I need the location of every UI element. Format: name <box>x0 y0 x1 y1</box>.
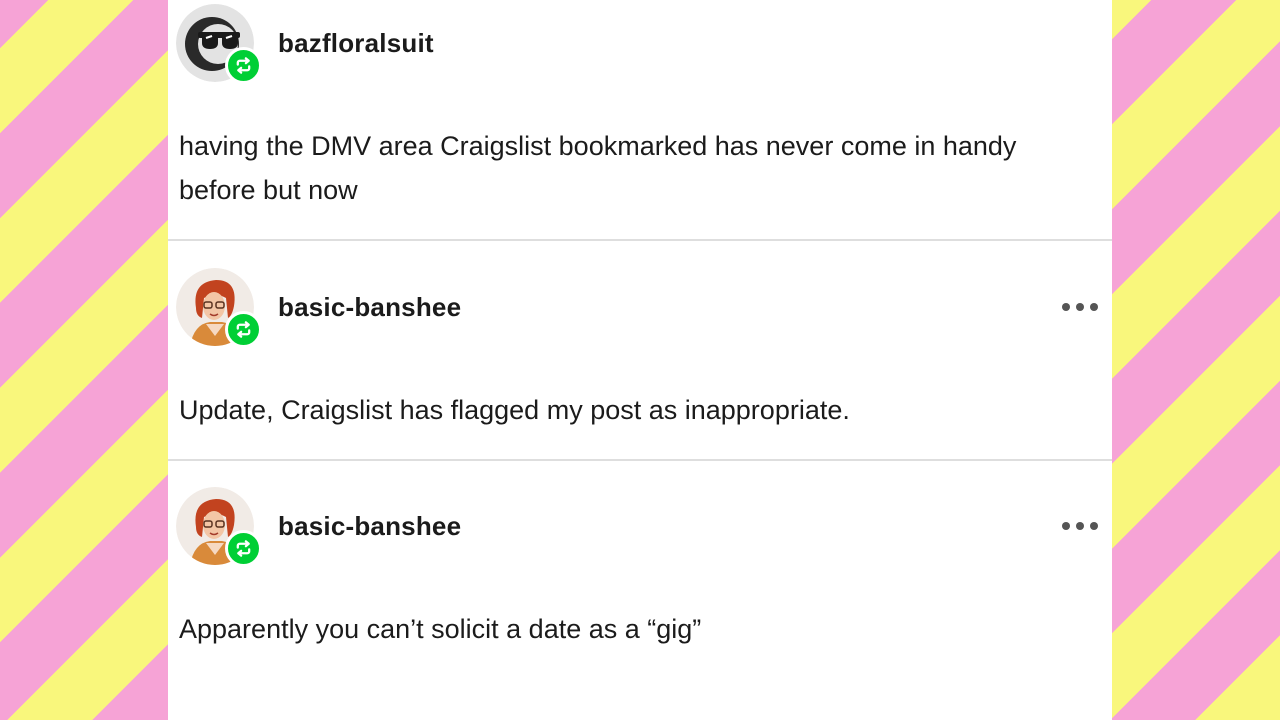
reblog-icon <box>225 530 262 567</box>
dot-icon <box>1090 522 1098 530</box>
post-bazfloralsuit: bazfloralsuit having the DMV area Craigs… <box>168 0 1112 241</box>
more-options-button[interactable] <box>1062 297 1098 317</box>
avatar[interactable] <box>176 487 262 567</box>
avatar[interactable] <box>176 268 262 348</box>
post-thread: bazfloralsuit having the DMV area Craigs… <box>168 0 1112 720</box>
post-basic-banshee-gig: basic-banshee Apparently you can’t solic… <box>168 461 1112 720</box>
post-basic-banshee-update: basic-banshee Update, Craigslist has fla… <box>168 241 1112 461</box>
dot-icon <box>1076 522 1084 530</box>
dot-icon <box>1076 303 1084 311</box>
dot-icon <box>1090 303 1098 311</box>
username-link[interactable]: basic-banshee <box>278 511 461 542</box>
dot-icon <box>1062 522 1070 530</box>
avatar[interactable] <box>176 4 262 84</box>
post-body-text: having the DMV area Craigslist bookmarke… <box>179 131 1017 205</box>
username-link[interactable]: bazfloralsuit <box>278 28 434 59</box>
post-body-text: Apparently you can’t solicit a date as a… <box>179 614 702 644</box>
dot-icon <box>1062 303 1070 311</box>
more-options-button[interactable] <box>1062 516 1098 536</box>
reblog-icon <box>225 311 262 348</box>
reblog-icon <box>225 47 262 84</box>
username-link[interactable]: basic-banshee <box>278 292 461 323</box>
post-body-text: Update, Craigslist has flagged my post a… <box>179 395 850 425</box>
